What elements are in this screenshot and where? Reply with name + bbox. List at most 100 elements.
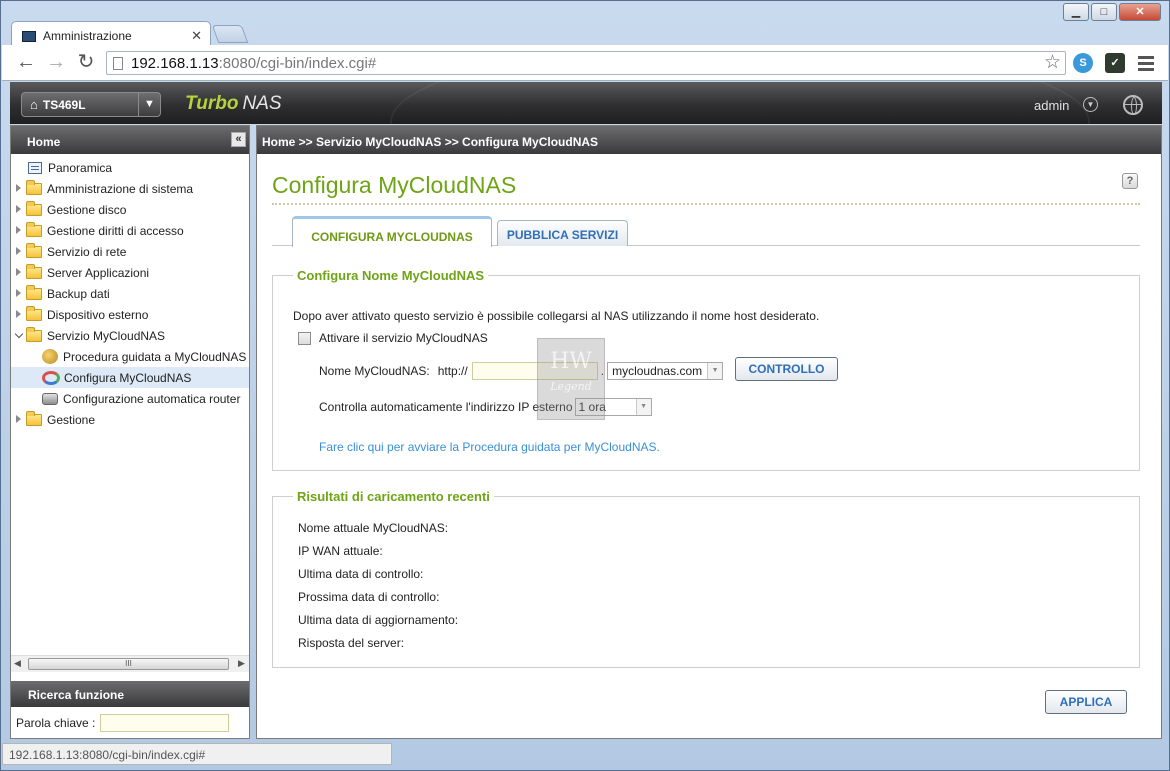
title-divider bbox=[272, 203, 1140, 205]
wizard-link[interactable]: Fare clic qui per avviare la Procedura g… bbox=[319, 440, 660, 454]
sidebar-item-access-rights[interactable]: Gestione diritti di accesso bbox=[11, 220, 249, 241]
user-name[interactable]: admin bbox=[1034, 98, 1069, 113]
check-button[interactable]: CONTROLLO bbox=[735, 357, 838, 381]
scroll-left-icon[interactable]: ◀ bbox=[14, 658, 21, 669]
results-group: Risultati di caricamento recenti Nome at… bbox=[272, 489, 1140, 668]
skype-extension-icon[interactable]: S bbox=[1073, 53, 1093, 73]
expand-icon[interactable] bbox=[16, 268, 21, 276]
sidebar-item-label: Gestione bbox=[47, 412, 96, 427]
brand-logo: Turbo NAS bbox=[185, 93, 282, 115]
sidebar-item-disk[interactable]: Gestione disco bbox=[11, 199, 249, 220]
tab-publish-services[interactable]: PUBBLICA SERVIZI bbox=[497, 220, 628, 246]
sidebar-item-label: Server Applicazioni bbox=[47, 265, 150, 280]
sidebar-item-router[interactable]: Configurazione automatica router bbox=[11, 388, 249, 409]
globe-icon[interactable] bbox=[1123, 95, 1143, 115]
back-arrow-icon[interactable]: ← bbox=[14, 51, 38, 75]
expand-icon[interactable] bbox=[16, 226, 21, 234]
browser-toolbar: ← → ↻ 192.168.1.13:8080/cgi-bin/index.cg… bbox=[2, 45, 1168, 81]
chevron-down-icon[interactable]: ▼ bbox=[635, 399, 651, 415]
star-icon[interactable]: ☆ bbox=[1044, 52, 1061, 74]
brand-turbo: Turbo bbox=[185, 93, 239, 114]
url-host: 192.168.1.13 bbox=[131, 54, 219, 72]
device-selector[interactable]: ⌂ TS469L ▼ bbox=[21, 92, 161, 117]
name-label: Nome MyCloudNAS: bbox=[319, 364, 430, 378]
sidebar-item-label: Dispositivo esterno bbox=[47, 307, 149, 322]
window-controls: ▁ □ ✕ bbox=[1063, 3, 1161, 21]
panorama-icon bbox=[28, 161, 42, 174]
watermark: HW Legend bbox=[537, 338, 605, 420]
sidebar-item-backup[interactable]: Backup dati bbox=[11, 283, 249, 304]
folder-icon bbox=[26, 179, 42, 195]
chevron-down-icon[interactable]: ▼ bbox=[707, 363, 723, 379]
sidebar-item-label: Servizio MyCloudNAS bbox=[47, 328, 166, 343]
url-path: :8080/cgi-bin/index.cgi# bbox=[218, 54, 377, 72]
forward-arrow-icon[interactable]: → bbox=[44, 51, 68, 75]
enable-label: Attivare il servizio MyCloudNAS bbox=[319, 331, 488, 345]
extension-check-icon[interactable]: ✓ bbox=[1105, 53, 1125, 73]
nas-header: ⌂ TS469L ▼ Turbo NAS admin ▼ bbox=[10, 82, 1162, 124]
watermark-main: HW bbox=[550, 349, 592, 374]
folder-open-icon bbox=[26, 326, 42, 342]
sidebar-item-system[interactable]: Amministrazione di sistema bbox=[11, 178, 249, 199]
sidebar-item-label: Configura MyCloudNAS bbox=[64, 370, 192, 385]
header-decoration bbox=[390, 82, 1090, 124]
expand-icon[interactable] bbox=[16, 247, 21, 255]
domain-value: mycloudnas.com bbox=[612, 364, 703, 378]
enable-service-checkbox[interactable] bbox=[298, 331, 311, 345]
tab-configure[interactable]: CONFIGURA MYCLOUDNAS bbox=[292, 216, 492, 247]
browser-tab[interactable]: Amministrazione ✕ bbox=[11, 21, 211, 45]
sidebar-item-wizard[interactable]: Procedura guidata a MyCloudNAS bbox=[11, 346, 249, 367]
domain-select[interactable]: mycloudnas.com ▼ bbox=[607, 362, 724, 380]
result-next-check: Prossima data di controllo: bbox=[298, 590, 440, 604]
expand-icon[interactable] bbox=[16, 310, 21, 318]
folder-icon bbox=[26, 242, 42, 258]
home-icon: ⌂ bbox=[30, 97, 38, 112]
folder-icon bbox=[26, 305, 42, 321]
folder-icon bbox=[26, 221, 42, 237]
scroll-thumb[interactable]: III bbox=[28, 658, 229, 670]
keyword-input[interactable] bbox=[100, 713, 230, 732]
reload-icon[interactable]: ↻ bbox=[74, 51, 98, 75]
apply-button[interactable]: APPLICA bbox=[1045, 690, 1127, 714]
result-last-update: Ultima data di aggiornamento: bbox=[298, 613, 459, 627]
maximize-button[interactable]: □ bbox=[1091, 3, 1117, 21]
collapse-icon[interactable]: « bbox=[231, 132, 246, 147]
tab-close-icon[interactable]: ✕ bbox=[191, 28, 202, 44]
menu-icon[interactable] bbox=[1138, 53, 1154, 73]
enable-row: Attivare il servizio MyCloudNAS bbox=[298, 331, 488, 345]
sidebar-item-external-device[interactable]: Dispositivo esterno bbox=[11, 304, 249, 325]
expand-icon[interactable] bbox=[16, 289, 21, 297]
result-current-name: Nome attuale MyCloudNAS: bbox=[298, 521, 449, 535]
http-prefix: http:// bbox=[437, 364, 468, 378]
device-name: TS469L bbox=[42, 97, 86, 112]
new-tab-button[interactable] bbox=[211, 25, 249, 43]
horizontal-scrollbar[interactable]: ◀ III ▶ bbox=[11, 655, 249, 672]
search-header: Ricerca funzione bbox=[11, 681, 249, 707]
sidebar-item-label: Procedura guidata a MyCloudNAS bbox=[63, 349, 247, 364]
dropdown-arrow-icon[interactable]: ▼ bbox=[138, 93, 160, 116]
address-bar[interactable]: 192.168.1.13:8080/cgi-bin/index.cgi# ☆ bbox=[106, 51, 1066, 75]
sidebar-item-mycloudnas[interactable]: Servizio MyCloudNAS bbox=[11, 325, 249, 346]
sidebar-item-label: Backup dati bbox=[47, 286, 110, 301]
collapse-tree-icon[interactable] bbox=[14, 329, 24, 339]
sidebar-header: Home « bbox=[11, 126, 249, 154]
help-icon[interactable]: ? bbox=[1122, 173, 1138, 189]
nav-tree: Panoramica Amministrazione di sistema Ge… bbox=[11, 157, 249, 430]
sidebar: Home « Panoramica Amministrazione di sis… bbox=[10, 125, 250, 739]
sidebar-item-panoramica[interactable]: Panoramica bbox=[11, 157, 249, 178]
scroll-right-icon[interactable]: ▶ bbox=[238, 658, 245, 669]
close-window-button[interactable]: ✕ bbox=[1119, 3, 1161, 21]
sidebar-item-network[interactable]: Servizio di rete bbox=[11, 241, 249, 262]
sidebar-title: Home bbox=[27, 135, 61, 149]
sidebar-item-configure[interactable]: Configura MyCloudNAS bbox=[11, 367, 249, 388]
expand-icon[interactable] bbox=[16, 184, 21, 192]
expand-icon[interactable] bbox=[16, 205, 21, 213]
sidebar-item-management[interactable]: Gestione bbox=[11, 409, 249, 430]
expand-icon[interactable] bbox=[16, 415, 21, 423]
router-icon bbox=[42, 392, 58, 405]
sidebar-item-app-servers[interactable]: Server Applicazioni bbox=[11, 262, 249, 283]
minimize-button[interactable]: ▁ bbox=[1063, 3, 1089, 21]
sidebar-item-label: Amministrazione di sistema bbox=[47, 181, 194, 196]
user-menu-icon[interactable]: ▼ bbox=[1083, 97, 1098, 112]
wizard-icon bbox=[42, 349, 58, 364]
